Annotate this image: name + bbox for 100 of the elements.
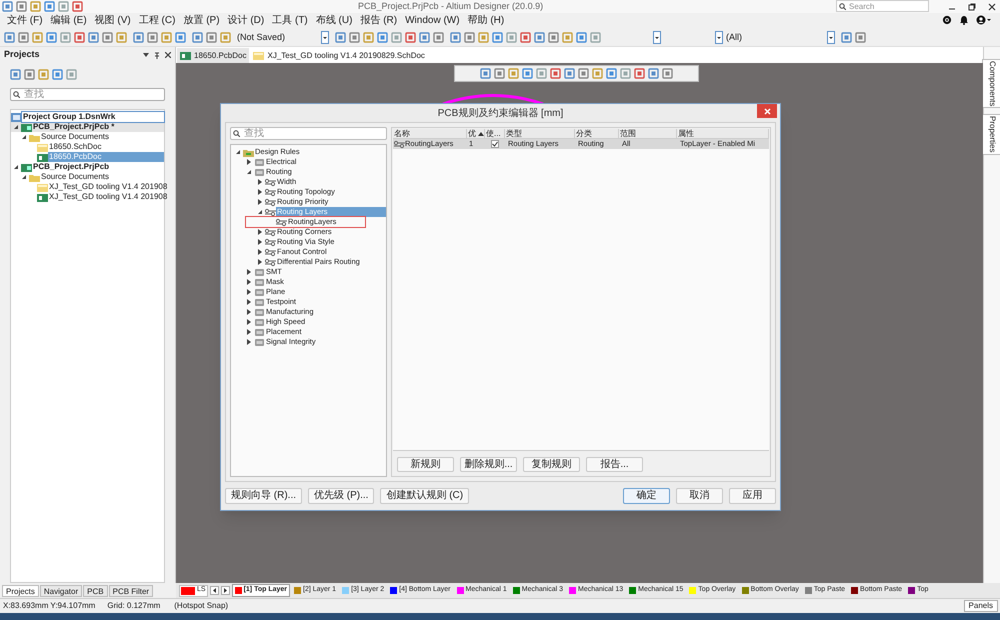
tool-icon[interactable]: [492, 32, 503, 43]
tool-icon[interactable]: [522, 68, 533, 79]
dropdown-icon[interactable]: [715, 31, 723, 44]
menu-item[interactable]: 报告 (R): [357, 14, 400, 28]
menu-item[interactable]: 工程 (C): [136, 14, 178, 28]
collapse-arrow-icon[interactable]: [246, 169, 252, 175]
tool-icon[interactable]: [550, 68, 561, 79]
close-button[interactable]: [757, 104, 777, 118]
tool-icon[interactable]: [419, 32, 430, 43]
tool-icon[interactable]: [450, 32, 461, 43]
tool-icon[interactable]: [24, 68, 35, 80]
tool-icon[interactable]: [46, 32, 57, 43]
menu-item[interactable]: 放置 (P): [180, 14, 223, 28]
tool-icon[interactable]: [88, 32, 99, 43]
tool-icon[interactable]: [16, 1, 27, 12]
tool-icon[interactable]: [494, 68, 505, 79]
tool-icon[interactable]: [855, 32, 866, 43]
tool-icon[interactable]: [534, 32, 545, 43]
tool-icon[interactable]: [116, 32, 127, 43]
dialog-button[interactable]: 应用: [729, 488, 776, 504]
tool-icon[interactable]: [10, 68, 21, 80]
tool-icon[interactable]: [648, 68, 659, 79]
tool-icon[interactable]: [60, 32, 71, 43]
restore-icon[interactable]: [968, 2, 976, 10]
tool-icon[interactable]: [548, 32, 559, 43]
dialog-button[interactable]: 确定: [623, 488, 670, 504]
expand-arrow-icon[interactable]: [246, 279, 252, 285]
tool-icon[interactable]: [480, 68, 491, 79]
tool-icon[interactable]: [175, 32, 186, 43]
tool-icon[interactable]: [634, 68, 645, 79]
expand-arrow-icon[interactable]: [257, 249, 263, 255]
panel-tab[interactable]: PCB Filter: [108, 584, 154, 596]
panels-button[interactable]: Panels: [964, 600, 998, 612]
tool-icon[interactable]: [841, 32, 852, 43]
tool-icon[interactable]: [220, 32, 231, 43]
tool-icon[interactable]: [206, 32, 217, 43]
tree-item[interactable]: Project Group 1.DsnWrk: [22, 112, 164, 122]
expand-arrow-icon[interactable]: [246, 159, 252, 165]
dialog-button[interactable]: 规则向导 (R)...: [225, 488, 302, 504]
tool-icon[interactable]: [478, 32, 489, 43]
tree-item[interactable]: XJ_Test_GD tooling V1.4 201908: [48, 192, 170, 202]
dropdown-icon[interactable]: [321, 31, 329, 44]
tool-icon[interactable]: [576, 32, 587, 43]
collapse-arrow-icon[interactable]: [13, 124, 19, 130]
tool-icon[interactable]: [66, 68, 77, 80]
tool-icon[interactable]: [363, 32, 374, 43]
dialog-button[interactable]: 新规则: [397, 456, 454, 472]
tool-icon[interactable]: [536, 68, 547, 79]
dialog-button[interactable]: 报告...: [586, 456, 643, 472]
menu-item[interactable]: Window (W): [402, 14, 463, 28]
column-header[interactable]: 属性: [677, 129, 769, 138]
column-header[interactable]: 使...: [485, 129, 505, 138]
column-header[interactable]: 类型: [505, 129, 575, 138]
tool-icon[interactable]: [44, 1, 55, 12]
tree-item[interactable]: PCB_Project.PrjPcb: [32, 162, 112, 172]
menu-item[interactable]: 布线 (U): [312, 14, 356, 28]
expand-arrow-icon[interactable]: [246, 289, 252, 295]
column-header[interactable]: 优: [467, 129, 485, 138]
checkbox[interactable]: [491, 140, 499, 148]
tool-icon[interactable]: [18, 32, 29, 43]
expand-arrow-icon[interactable]: [257, 189, 263, 195]
menu-item[interactable]: 视图 (V): [92, 14, 134, 28]
panel-tab[interactable]: PCB: [83, 584, 108, 596]
panel-tab[interactable]: Projects: [2, 584, 39, 596]
menu-item[interactable]: 帮助 (H): [464, 14, 508, 28]
scroll-left-icon[interactable]: [210, 586, 219, 595]
column-header[interactable]: 名称: [393, 129, 467, 138]
menu-item[interactable]: 工具 (T): [269, 14, 311, 28]
expand-arrow-icon[interactable]: [257, 229, 263, 235]
tool-icon[interactable]: [433, 32, 444, 43]
collapse-arrow-icon[interactable]: [21, 134, 27, 140]
tool-icon[interactable]: [349, 32, 360, 43]
search-field[interactable]: 查找: [230, 127, 387, 140]
menu-item[interactable]: 编辑 (E): [48, 14, 90, 28]
expand-arrow-icon[interactable]: [246, 299, 252, 305]
expand-arrow-icon[interactable]: [257, 179, 263, 185]
expand-arrow-icon[interactable]: [246, 329, 252, 335]
tool-icon[interactable]: [520, 32, 531, 43]
search-field[interactable]: 查找: [10, 88, 165, 101]
dropdown-icon[interactable]: [653, 31, 661, 44]
tool-icon[interactable]: [38, 68, 49, 80]
dialog-button[interactable]: 创建默认规则 (C): [380, 488, 470, 504]
search-field[interactable]: Search: [836, 0, 929, 12]
tool-icon[interactable]: [32, 32, 43, 43]
collapse-arrow-icon[interactable]: [13, 164, 19, 170]
settings-icon[interactable]: [942, 15, 952, 25]
pin-icon[interactable]: [154, 52, 160, 58]
tool-icon[interactable]: [562, 32, 573, 43]
expand-arrow-icon[interactable]: [246, 339, 252, 345]
dialog-button[interactable]: 复制规则: [523, 456, 580, 472]
tool-icon[interactable]: [405, 32, 416, 43]
tool-icon[interactable]: [464, 32, 475, 43]
side-tab[interactable]: Properties: [982, 114, 1000, 155]
close-icon[interactable]: [165, 52, 171, 58]
scroll-right-icon[interactable]: [220, 586, 230, 595]
collapse-arrow-icon[interactable]: [21, 174, 27, 180]
user-icon[interactable]: [976, 15, 992, 25]
tree-item[interactable]: XJ_Test_GD tooling V1.4 201908: [48, 182, 170, 192]
tool-icon[interactable]: [192, 32, 203, 43]
tool-icon[interactable]: [72, 1, 83, 12]
